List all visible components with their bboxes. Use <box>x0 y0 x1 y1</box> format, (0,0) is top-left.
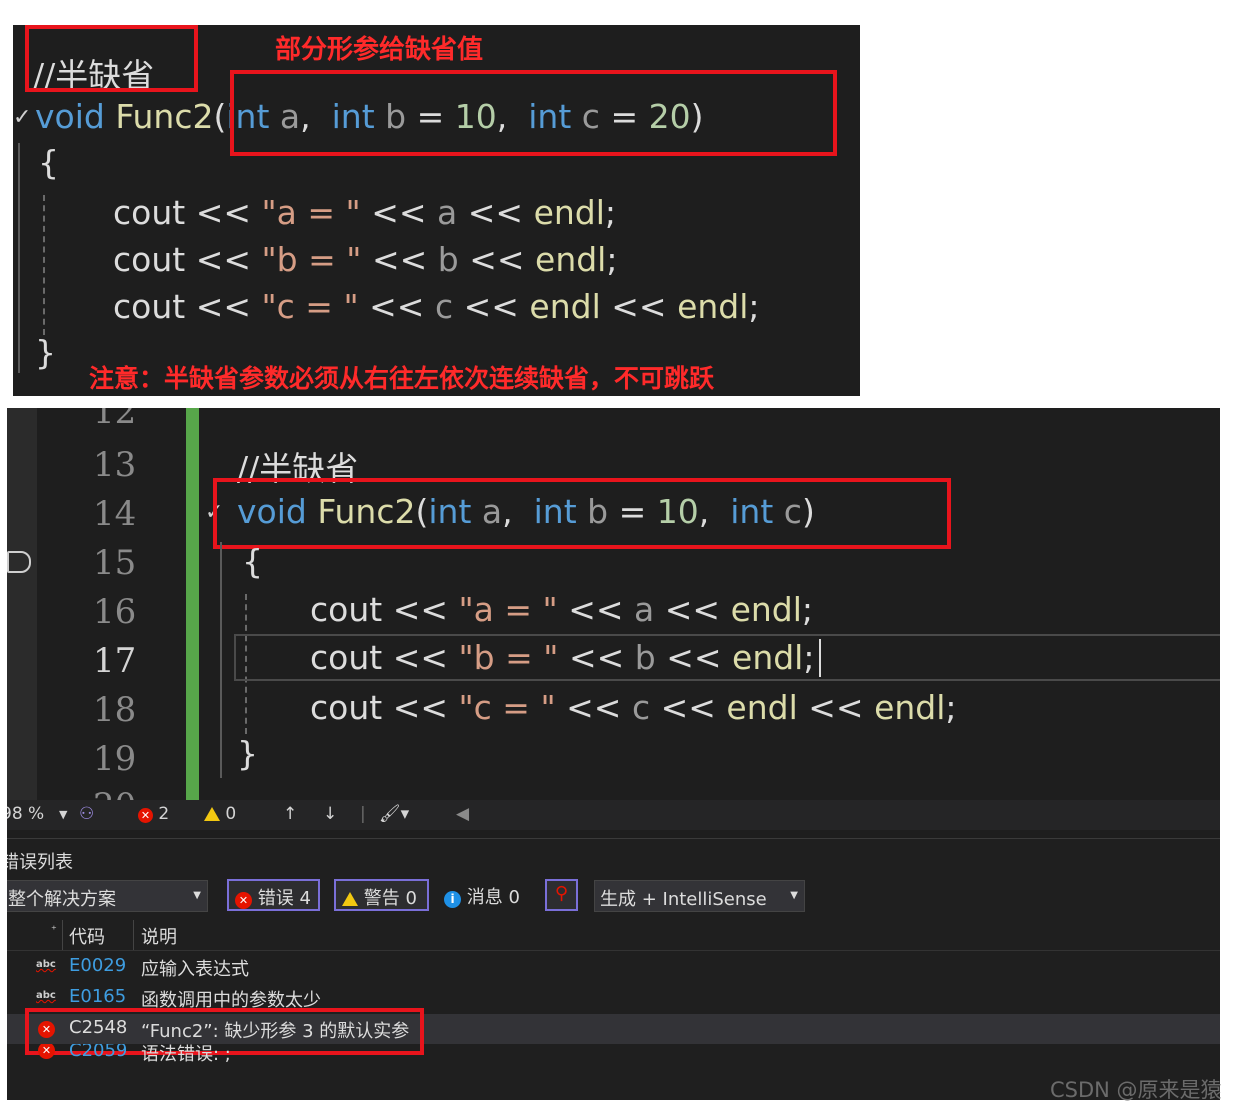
brace-guide <box>18 143 20 373</box>
warning-count[interactable]: 0 <box>204 804 236 824</box>
change-tracking-bar <box>186 408 199 800</box>
line-number: 13 <box>93 445 137 485</box>
next-statement-arrow-icon <box>7 551 31 573</box>
chevron-down-icon: ▼ <box>790 890 798 901</box>
warning-icon <box>342 892 358 906</box>
zoom-level[interactable]: 98 % <box>7 804 44 824</box>
close-brace: } <box>35 333 56 372</box>
error-description: 语法错误: ; <box>141 1044 231 1064</box>
annotation-note: 注意：半缺省参数必须从右往左依次连续缺省，不可跳跃 <box>89 364 715 393</box>
close-brace: } <box>237 734 258 773</box>
error-code[interactable]: C2059 <box>69 1044 127 1061</box>
code-line-cout-b: cout << "b = " << b << endl; <box>113 240 618 279</box>
intellisense-abc-icon: abc <box>36 959 56 970</box>
next-issue-button[interactable]: ↓ <box>323 804 337 824</box>
open-brace: { <box>38 143 59 182</box>
error-count[interactable]: ✕ 2 <box>138 804 169 824</box>
editor-status-strip: 98 % ▼ ⚇ ✕ 2 0 ↑ ↓ | 🖌▾ ◀ <box>7 800 1220 830</box>
scroll-left-icon[interactable]: ◀ <box>456 804 469 824</box>
table-row[interactable]: ✕ C2059 语法错误: ; <box>7 1044 1220 1064</box>
error-code[interactable]: E0165 <box>69 986 126 1007</box>
line-number: 12 <box>93 408 137 432</box>
column-header-row: ⁺ 代码 说明 <box>7 920 1220 951</box>
text-caret <box>819 639 821 677</box>
annotation-title: 部分形参给缺省值 <box>275 35 484 65</box>
ide-window: 12 13 14 15 16 17 18 19 20 //半缺省 ✓ void … <box>7 408 1220 1100</box>
line-number: 14 <box>93 494 137 534</box>
filter-toggle-button[interactable]: ⚲ <box>545 879 578 911</box>
error-code[interactable]: E0029 <box>69 955 126 976</box>
build-filter-dropdown[interactable]: 生成 + IntelliSense ▼ <box>594 880 805 912</box>
prev-issue-button[interactable]: ↑ <box>283 804 297 824</box>
errors-filter-button[interactable]: ✕ 错误 4 <box>227 879 320 911</box>
sort-icon[interactable]: ⁺ <box>51 923 57 936</box>
error-icon: ✕ <box>235 892 252 909</box>
highlight-params-box <box>230 70 837 156</box>
chevron-down-icon: ▼ <box>193 890 201 901</box>
column-header-description[interactable]: 说明 <box>141 923 177 949</box>
margin-gutter <box>7 408 37 800</box>
collapse-chevron-icon[interactable]: ✓ <box>13 105 31 130</box>
error-description: 应输入表达式 <box>141 959 249 980</box>
watermark: CSDN @原来是猿 <box>1050 1078 1222 1102</box>
error-icon: ✕ <box>138 808 153 823</box>
error-icon: ✕ <box>38 1044 55 1059</box>
line-number: 18 <box>93 690 137 730</box>
function-name: Func2 <box>115 97 214 136</box>
code-line-cout-a: cout << "a = " << a << endl; <box>310 590 814 629</box>
highlight-params-box <box>213 478 951 549</box>
scope-dropdown[interactable]: 整个解决方案 ▼ <box>7 880 208 912</box>
messages-filter-button[interactable]: i 消息 0 <box>444 883 520 915</box>
code-line-cout-c: cout << "c = " << c << endl << endl; <box>113 287 760 326</box>
code-cleanup-icon[interactable]: 🖌▾ <box>379 804 409 824</box>
line-number: 15 <box>93 543 137 583</box>
line-number-current: 17 <box>93 641 137 681</box>
column-divider <box>133 920 134 950</box>
warnings-filter-button[interactable]: 警告 0 <box>334 879 429 911</box>
code-line-cout-b[interactable]: cout << "b = " << b << endl; <box>310 638 814 677</box>
brace-guide <box>220 542 222 778</box>
error-list-panel: 错误列表 整个解决方案 ▼ ✕ 错误 4 警告 0 i 消息 0 ⚲ 生成 + … <box>7 838 1220 1100</box>
line-number: 19 <box>93 739 137 779</box>
column-divider <box>62 920 63 950</box>
top-code-snippet: //半缺省 部分形参给缺省值 ✓ void Func2(int a, int b… <box>13 25 860 396</box>
warning-icon <box>204 807 220 821</box>
intellicode-icon[interactable]: ⚇ <box>79 804 94 824</box>
info-icon: i <box>444 891 461 908</box>
code-line-cout-a: cout << "a = " << a << endl; <box>113 193 617 232</box>
intellisense-abc-icon: abc <box>36 990 56 1001</box>
separator: | <box>360 804 366 824</box>
line-number: 16 <box>93 592 137 632</box>
open-brace: { <box>242 542 263 581</box>
indent-guide <box>43 195 45 335</box>
error-list-title: 错误列表 <box>7 852 73 873</box>
column-header-code[interactable]: 代码 <box>69 923 105 949</box>
keyword-void: void <box>35 97 105 136</box>
zoom-dropdown-icon[interactable]: ▼ <box>59 808 67 821</box>
panel-divider <box>7 838 1220 839</box>
highlight-comment-box <box>25 25 198 92</box>
open-paren: ( <box>213 97 227 136</box>
code-line-cout-c: cout << "c = " << c << endl << endl; <box>310 688 957 727</box>
table-row[interactable]: abc E0029 应输入表达式 <box>7 952 1220 982</box>
